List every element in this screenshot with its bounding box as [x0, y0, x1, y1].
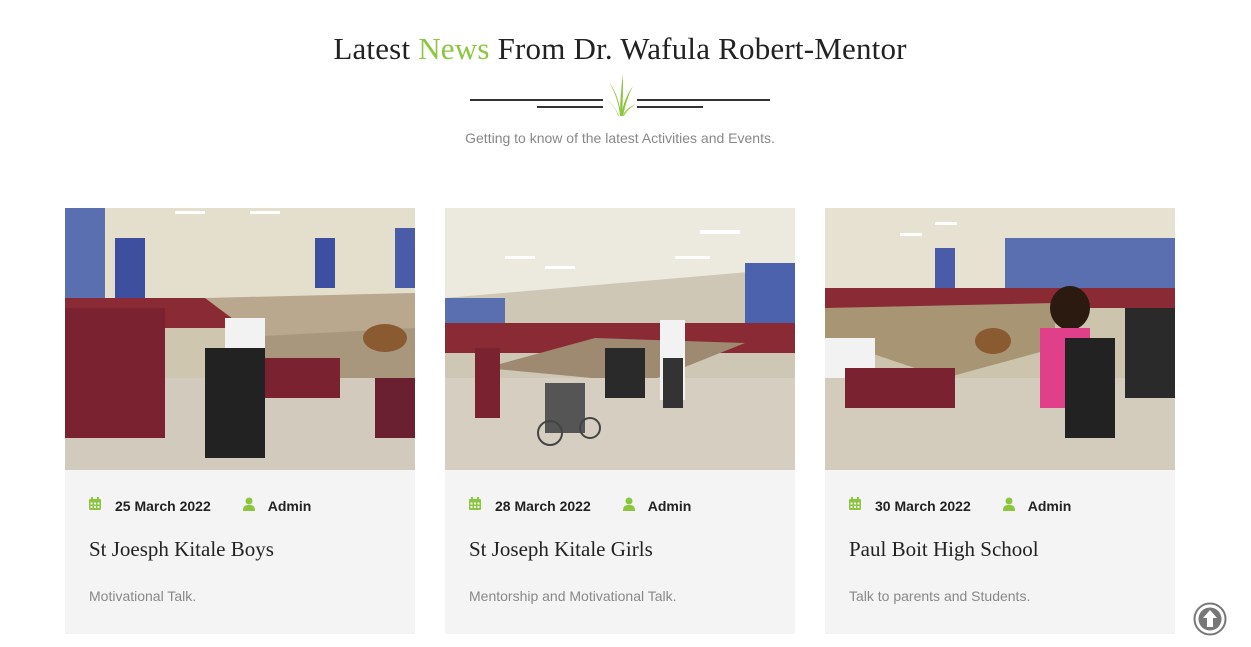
post-excerpt: Mentorship and Motivational Talk. [469, 588, 677, 604]
post-meta: 28 March 2022 Admin [468, 497, 691, 514]
news-card[interactable]: 28 March 2022 Admin St Joseph Kitale Gir… [445, 208, 795, 634]
title-accent: News [418, 31, 490, 66]
calendar-icon [848, 497, 862, 514]
title-before: Latest [333, 31, 411, 66]
post-meta: 30 March 2022 Admin [848, 497, 1071, 514]
post-title[interactable]: St Joseph Kitale Girls [469, 537, 653, 562]
post-date: 28 March 2022 [495, 497, 591, 514]
section-header: Latest News From Dr. Wafula Robert-Mento… [0, 30, 1240, 146]
title-after: From Dr. Wafula Robert-Mentor [497, 31, 907, 66]
calendar-icon [88, 497, 102, 514]
news-card[interactable]: 25 March 2022 Admin St Joesph Kitale Boy… [65, 208, 415, 634]
post-author[interactable]: Admin [648, 498, 692, 514]
title-divider [470, 68, 770, 118]
user-icon [622, 497, 635, 514]
scroll-to-top-button[interactable] [1193, 602, 1227, 636]
section-title: Latest News From Dr. Wafula Robert-Mento… [0, 30, 1240, 68]
post-author[interactable]: Admin [1028, 498, 1072, 514]
user-icon [1002, 497, 1015, 514]
news-cards: 25 March 2022 Admin St Joesph Kitale Boy… [65, 208, 1175, 634]
post-author[interactable]: Admin [268, 498, 312, 514]
post-excerpt: Talk to parents and Students. [849, 588, 1031, 604]
post-title[interactable]: St Joesph Kitale Boys [89, 537, 274, 562]
user-icon [242, 497, 255, 514]
news-card-image[interactable] [825, 208, 1175, 470]
post-date: 30 March 2022 [875, 497, 971, 514]
arrow-up-circle-icon [1193, 602, 1227, 636]
grass-icon [604, 74, 636, 116]
news-card[interactable]: 30 March 2022 Admin Paul Boit High Schoo… [825, 208, 1175, 634]
section-subtitle: Getting to know of the latest Activities… [465, 130, 775, 146]
post-date: 25 March 2022 [115, 497, 211, 514]
post-title[interactable]: Paul Boit High School [849, 537, 1039, 562]
news-card-image[interactable] [65, 208, 415, 470]
calendar-icon [468, 497, 482, 514]
post-meta: 25 March 2022 Admin [88, 497, 311, 514]
news-card-image[interactable] [445, 208, 795, 470]
post-excerpt: Motivational Talk. [89, 588, 197, 604]
